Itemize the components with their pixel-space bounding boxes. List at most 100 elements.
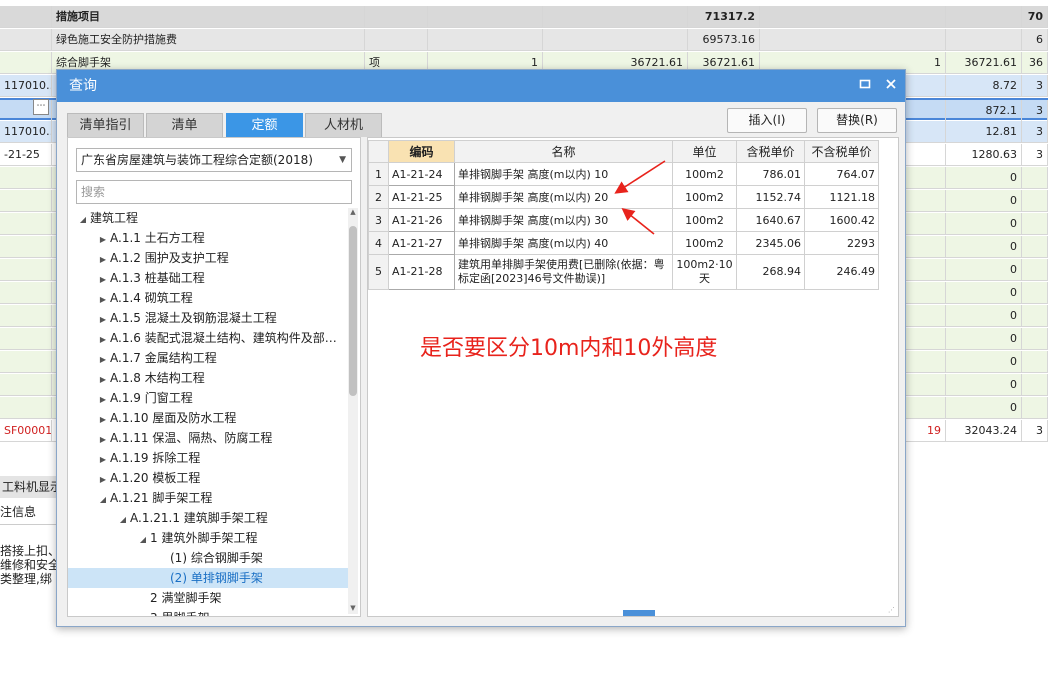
tree-item[interactable]: ◢ 建筑工程 bbox=[68, 208, 348, 228]
tree-item-label: A.1.11 保温、隔热、防腐工程 bbox=[110, 431, 273, 445]
collapsed-arrow-icon[interactable]: ▶ bbox=[96, 330, 110, 350]
table-cell bbox=[428, 29, 543, 51]
collapsed-arrow-icon[interactable]: ▶ bbox=[96, 390, 110, 410]
table-cell: 69573.16 bbox=[688, 29, 760, 51]
close-icon[interactable] bbox=[881, 76, 901, 96]
table-row[interactable]: 绿色施工安全防护措施费 69573.16 6 bbox=[0, 29, 1048, 51]
tree-item[interactable]: ▶ A.1.8 木结构工程 bbox=[68, 368, 348, 388]
table-cell bbox=[543, 6, 688, 28]
table-cell bbox=[760, 6, 946, 28]
table-cell bbox=[1022, 282, 1048, 304]
tree-item[interactable]: ▶ A.1.2 围护及支护工程 bbox=[68, 248, 348, 268]
tree-item[interactable]: ◢ 1 建筑外脚手架工程 bbox=[68, 528, 348, 548]
tree-item[interactable]: ◢ A.1.21 脚手架工程 bbox=[68, 488, 348, 508]
tree-item[interactable]: ▶ A.1.7 金属结构工程 bbox=[68, 348, 348, 368]
expanded-arrow-icon[interactable]: ◢ bbox=[76, 210, 90, 230]
expanded-arrow-icon[interactable]: ◢ bbox=[136, 530, 150, 550]
tree-item-label: A.1.2 围护及支护工程 bbox=[110, 251, 229, 265]
collapsed-arrow-icon[interactable]: ▶ bbox=[96, 370, 110, 390]
annotation-arrows bbox=[614, 160, 666, 235]
tree-item[interactable]: ◢ A.1.21.1 建筑脚手架工程 bbox=[68, 508, 348, 528]
tab-labor-material[interactable]: 人材机 bbox=[305, 113, 382, 137]
resize-grip-icon[interactable]: ⋰ bbox=[888, 606, 896, 614]
table-cell: 71317.2 bbox=[688, 6, 760, 28]
table-cell: 1280.63 bbox=[946, 144, 1022, 166]
tree-item[interactable]: ▶ A.1.19 拆除工程 bbox=[68, 448, 348, 468]
table-cell: 12.81 bbox=[946, 121, 1022, 143]
tree-item-label: (1) 综合钢脚手架 bbox=[170, 551, 263, 565]
tree-item[interactable]: ▶ A.1.9 门窗工程 bbox=[68, 388, 348, 408]
tree-item-label: A.1.5 混凝土及钢筋混凝土工程 bbox=[110, 311, 277, 325]
table-cell: 0 bbox=[946, 305, 1022, 327]
table-cell: 0 bbox=[946, 351, 1022, 373]
table-cell: 70 bbox=[1022, 6, 1048, 28]
table-cell: 3 bbox=[1022, 100, 1048, 122]
table-cell bbox=[365, 6, 428, 28]
ellipsis-button[interactable]: ⋯ bbox=[33, 99, 49, 115]
insert-button[interactable]: 插入(I) bbox=[727, 108, 807, 133]
expanded-arrow-icon[interactable]: ◢ bbox=[96, 490, 110, 510]
table-cell: 措施项目 bbox=[52, 6, 365, 28]
table-cell: 0 bbox=[946, 190, 1022, 212]
tab-labor-material-display[interactable]: 工料机显示 bbox=[0, 476, 62, 498]
collapsed-arrow-icon[interactable]: ▶ bbox=[96, 450, 110, 470]
table-cell bbox=[0, 282, 52, 304]
tree-item[interactable]: 3 里脚手架 bbox=[68, 608, 348, 616]
expanded-arrow-icon[interactable]: ◢ bbox=[116, 510, 130, 530]
table-row[interactable]: 措施项目 71317.2 70 bbox=[0, 6, 1048, 28]
table-cell bbox=[428, 6, 543, 28]
tree-item[interactable]: (2) 单排钢脚手架 bbox=[68, 568, 348, 588]
collapsed-arrow-icon[interactable]: ▶ bbox=[96, 430, 110, 450]
tree-item[interactable]: ▶ A.1.6 装配式混凝土结构、建筑构件及部… bbox=[68, 328, 348, 348]
dialog-title-bar[interactable]: 查询 bbox=[57, 70, 905, 102]
replace-button[interactable]: 替换(R) bbox=[817, 108, 897, 133]
tab-quota[interactable]: 定额 bbox=[226, 113, 303, 137]
collapsed-arrow-icon[interactable]: ▶ bbox=[96, 270, 110, 290]
collapsed-arrow-icon[interactable]: ▶ bbox=[96, 290, 110, 310]
arrow-to-row-1 bbox=[614, 160, 666, 194]
table-cell bbox=[1022, 213, 1048, 235]
collapsed-arrow-icon[interactable]: ▶ bbox=[96, 310, 110, 330]
tab-bill-guide[interactable]: 清单指引 bbox=[67, 113, 144, 137]
tree-item[interactable]: ▶ A.1.11 保温、隔热、防腐工程 bbox=[68, 428, 348, 448]
scroll-down-icon[interactable]: ▼ bbox=[348, 604, 358, 614]
table-cell: 32043.24 bbox=[946, 420, 1022, 442]
table-cell bbox=[0, 213, 52, 235]
table-cell bbox=[0, 167, 52, 189]
tree-item-label: A.1.9 门窗工程 bbox=[110, 391, 193, 405]
tree-item[interactable]: ▶ A.1.1 土石方工程 bbox=[68, 228, 348, 248]
collapsed-arrow-icon[interactable]: ▶ bbox=[96, 410, 110, 430]
collapsed-arrow-icon[interactable]: ▶ bbox=[96, 350, 110, 370]
splitter-handle[interactable] bbox=[623, 610, 655, 616]
table-cell bbox=[0, 52, 52, 74]
tree-item[interactable]: 2 满堂脚手架 bbox=[68, 588, 348, 608]
collapsed-arrow-icon[interactable]: ▶ bbox=[96, 250, 110, 270]
tree-item-label: A.1.8 木结构工程 bbox=[110, 371, 205, 385]
table-cell: 0 bbox=[946, 282, 1022, 304]
tab-bill[interactable]: 清单 bbox=[146, 113, 223, 137]
notes-label: 注信息 bbox=[0, 505, 37, 519]
tree-item[interactable]: ▶ A.1.3 桩基础工程 bbox=[68, 268, 348, 288]
table-cell: -21-25 bbox=[0, 144, 52, 166]
table-cell bbox=[0, 328, 52, 350]
table-cell: 36721.61 bbox=[946, 52, 1022, 74]
tree-item[interactable]: ▶ A.1.20 模板工程 bbox=[68, 468, 348, 488]
tree-item[interactable]: ▶ A.1.5 混凝土及钢筋混凝土工程 bbox=[68, 308, 348, 328]
tree-item-label: 3 里脚手架 bbox=[150, 611, 209, 616]
scroll-up-icon[interactable]: ▲ bbox=[348, 208, 358, 218]
tree-item[interactable]: ▶ A.1.10 屋面及防水工程 bbox=[68, 408, 348, 428]
maximize-icon[interactable] bbox=[855, 76, 875, 96]
tree-scrollbar[interactable]: ▲ ▼ bbox=[348, 208, 358, 614]
table-cell: SF00001 bbox=[0, 420, 52, 442]
table-cell bbox=[1022, 351, 1048, 373]
collapsed-arrow-icon[interactable]: ▶ bbox=[96, 470, 110, 490]
table-cell bbox=[0, 374, 52, 396]
collapsed-arrow-icon[interactable]: ▶ bbox=[96, 230, 110, 250]
search-input[interactable]: 搜索 bbox=[76, 180, 352, 204]
tree-item[interactable]: ▶ A.1.4 砌筑工程 bbox=[68, 288, 348, 308]
tree-item[interactable]: (1) 综合钢脚手架 bbox=[68, 548, 348, 568]
quota-library-select[interactable]: 广东省房屋建筑与装饰工程综合定额(2018) ▼ bbox=[76, 148, 352, 172]
table-cell: 117010… bbox=[0, 121, 52, 143]
tree-item-label: A.1.21.1 建筑脚手架工程 bbox=[130, 511, 268, 525]
scroll-thumb[interactable] bbox=[349, 226, 357, 396]
